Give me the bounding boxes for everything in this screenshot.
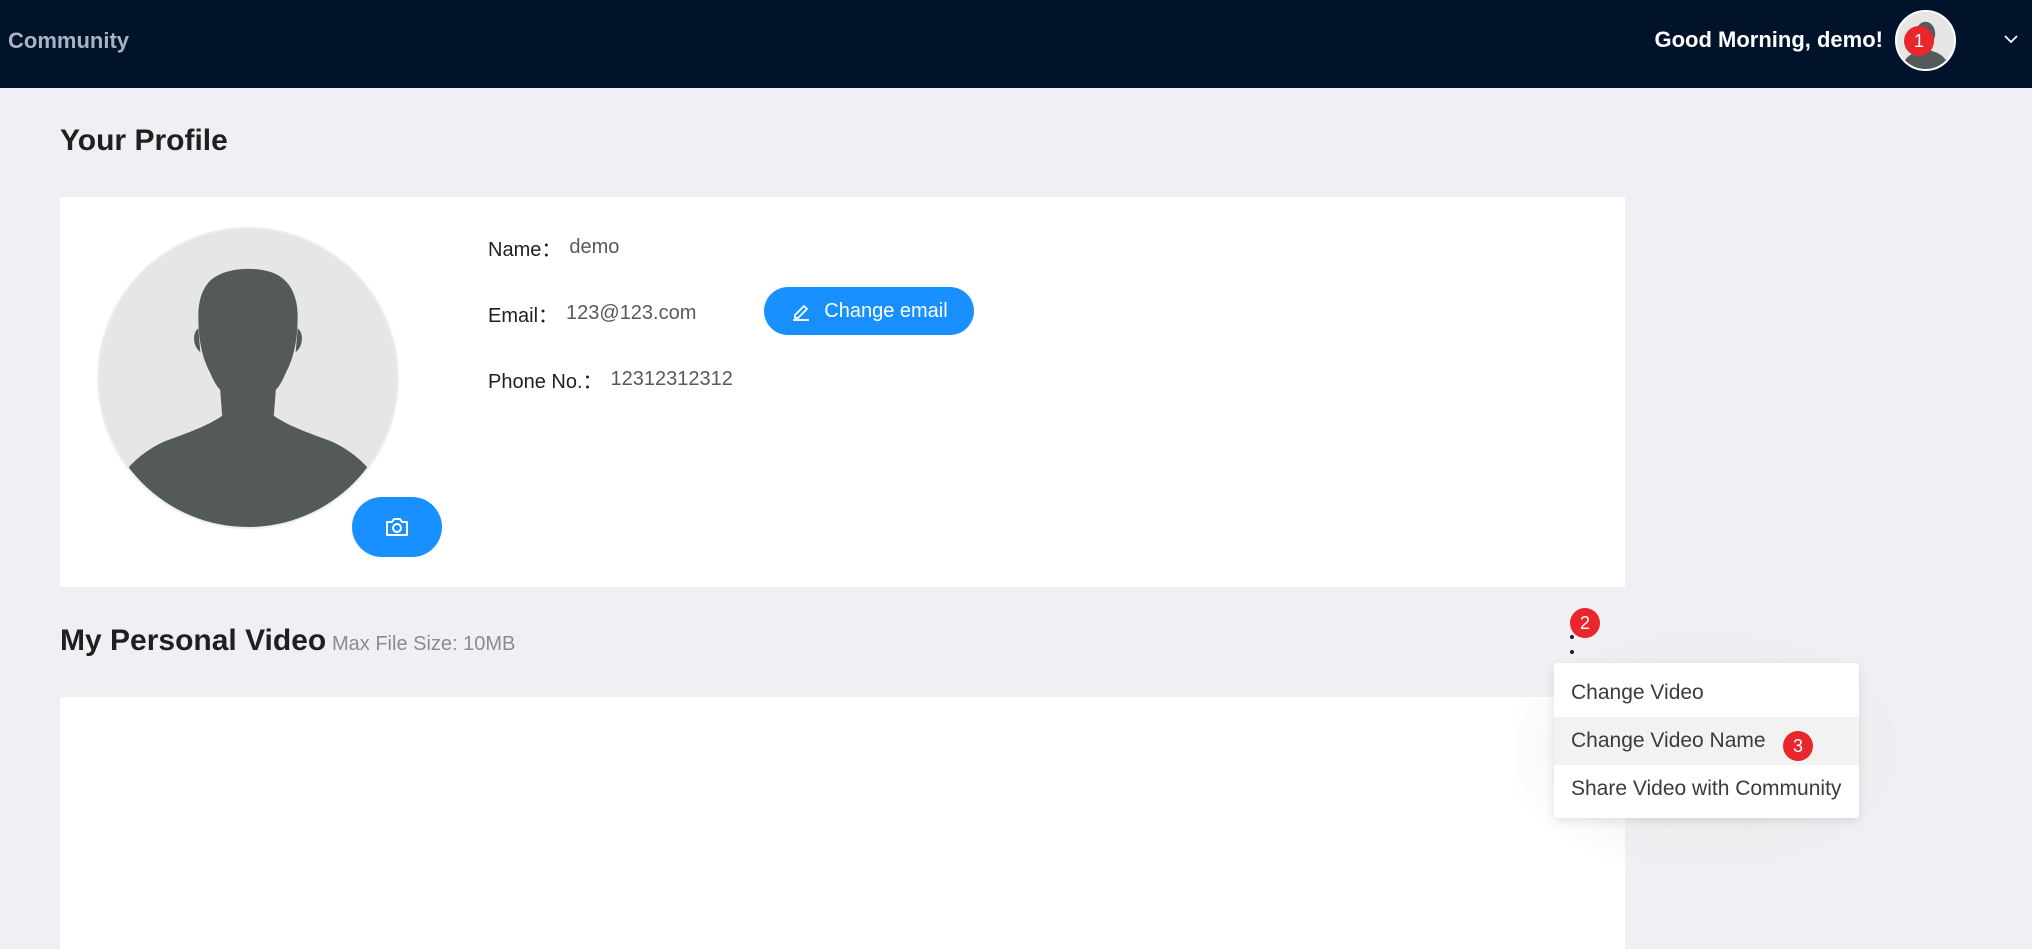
menu-item-change-video-name[interactable]: Change Video Name [1554, 717, 1859, 765]
phone-label: Phone No.： [488, 371, 603, 393]
upload-photo-button[interactable] [352, 497, 442, 557]
chevron-down-icon[interactable] [2002, 30, 2020, 48]
video-title: My Personal Video [60, 624, 327, 657]
change-email-label: Change email [824, 299, 948, 322]
profile-avatar [97, 227, 399, 529]
phone-row: Phone No.： 12312312312 [488, 365, 733, 394]
camera-icon [386, 518, 408, 536]
step-badge-2: 2 [1570, 608, 1600, 638]
brand-link[interactable]: Community [8, 28, 129, 54]
name-label: Name： [488, 239, 562, 261]
menu-item-share-video[interactable]: Share Video with Community [1554, 765, 1859, 813]
name-row: Name： demo [488, 233, 619, 262]
phone-value: 12312312312 [610, 368, 733, 390]
profile-title: Your Profile [60, 124, 228, 157]
max-file-size-hint: Max File Size: 10MB [332, 633, 516, 655]
email-row: Email： 123@123.com [488, 299, 696, 328]
name-value: demo [569, 236, 620, 258]
video-card [60, 697, 1625, 949]
email-value: 123@123.com [566, 302, 697, 324]
edit-icon [793, 305, 810, 321]
profile-card: Name： demo Email： 123@123.com Change ema… [60, 197, 1625, 587]
step-badge-3: 3 [1783, 731, 1813, 761]
video-options-menu: Change Video Change Video Name Share Vid… [1554, 663, 1859, 818]
change-email-button[interactable]: Change email [764, 287, 974, 335]
greeting-text: Good Morning, demo! [1654, 27, 1883, 52]
step-badge-1: 1 [1904, 26, 1934, 56]
person-silhouette-icon [99, 229, 397, 527]
email-label: Email： [488, 305, 559, 327]
menu-item-change-video[interactable]: Change Video [1554, 669, 1859, 717]
top-navigation-bar: Community Good Morning, demo! [0, 0, 2032, 88]
